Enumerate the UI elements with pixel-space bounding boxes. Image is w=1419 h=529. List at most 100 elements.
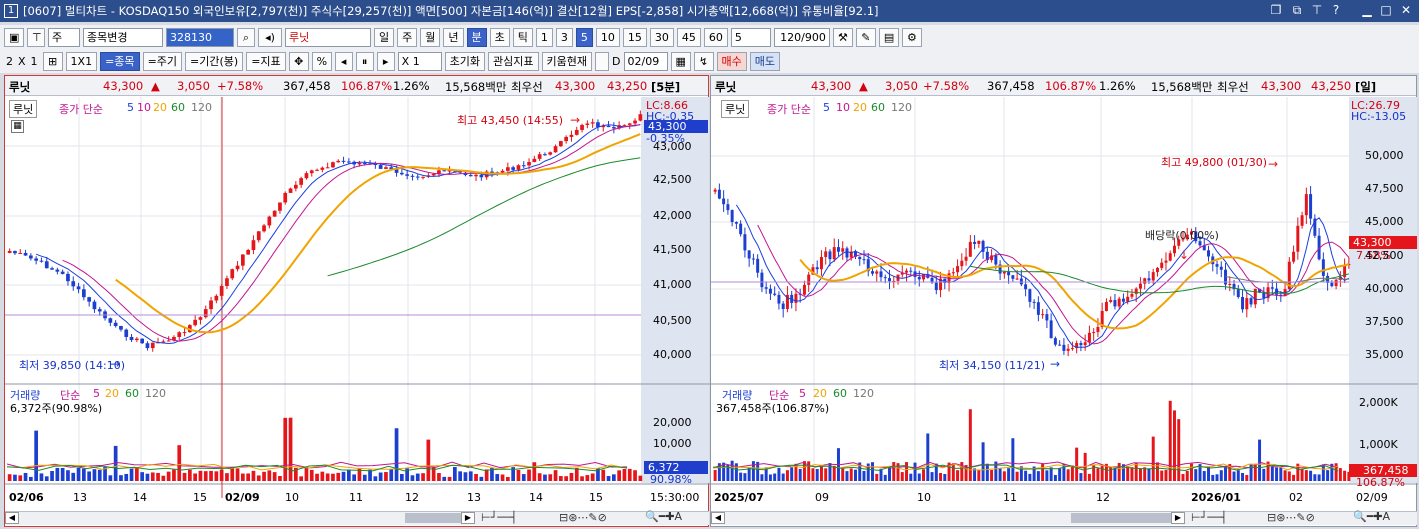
date-checkbox[interactable]	[595, 51, 610, 71]
layout-icon[interactable]: ▣	[4, 27, 24, 47]
buy-button[interactable]: 매수	[716, 51, 747, 71]
interval-3[interactable]: 3	[555, 27, 573, 47]
grid-layout-icon[interactable]: ⊞	[42, 51, 63, 71]
link-stock-button[interactable]: =종목	[100, 51, 140, 71]
interval-30[interactable]: 30	[649, 27, 674, 47]
candle	[1330, 282, 1334, 287]
one-by-one-button[interactable]: 1X1	[65, 51, 98, 71]
view-tools-icon[interactable]: ⊟⊛⋯✎⊘	[559, 511, 607, 524]
pin-icon[interactable]: ⊤	[1309, 3, 1325, 18]
scroll-right-icon[interactable]: ▶	[1171, 512, 1185, 524]
vol-ma5: 5	[93, 387, 100, 400]
candle	[474, 174, 478, 177]
watch-indicator-button[interactable]: 관심지표	[488, 51, 539, 71]
view-tools-icon[interactable]: ⊟⊛⋯✎⊘	[1267, 511, 1315, 524]
scroll-thumb[interactable]	[1071, 513, 1171, 523]
volume-bar	[214, 471, 219, 481]
tile-icon[interactable]: ⧉	[1289, 3, 1305, 18]
volume-bar	[479, 476, 484, 481]
close-icon[interactable]: ✕	[1398, 3, 1414, 18]
trade-tool-icon[interactable]: ↯	[693, 51, 714, 71]
volume-bar	[1143, 467, 1147, 481]
volume-bar	[892, 462, 896, 481]
zoom-in-out-icon[interactable]: 🔍━✚A	[1353, 510, 1390, 523]
volume-bar	[437, 473, 441, 481]
minimize-icon[interactable]: ▁	[1359, 3, 1375, 18]
kiwoom-current-button[interactable]: 키움현재	[541, 51, 593, 71]
save-icon[interactable]: ▤	[878, 27, 899, 47]
candle	[1058, 344, 1062, 346]
period-month[interactable]: 월	[420, 27, 441, 47]
volume-bar	[1053, 474, 1057, 481]
interval-45[interactable]: 45	[676, 27, 701, 47]
zoom-slider-icon[interactable]: ⊢┘──┤	[481, 511, 517, 524]
stock-name-field[interactable]: 루닛	[285, 27, 371, 47]
interval-15[interactable]: 15	[622, 27, 647, 47]
stock-change-select[interactable]: 종목변경	[83, 27, 163, 47]
scroll-right-icon[interactable]: ▶	[461, 512, 475, 524]
chart-tools-icon[interactable]: ⚒	[832, 27, 853, 47]
volume-bar	[537, 473, 542, 481]
candle	[235, 265, 240, 270]
next-icon[interactable]: ▸	[376, 51, 395, 71]
zoom-in-out-icon[interactable]: 🔍━✚A	[645, 510, 682, 523]
candle	[888, 278, 892, 282]
count-select[interactable]: 5	[730, 27, 771, 47]
candle	[1241, 296, 1245, 310]
link-range-button[interactable]: =기간(봉)	[185, 51, 244, 71]
calendar-icon[interactable]: ▦	[670, 51, 691, 71]
percent-button[interactable]: %	[311, 51, 332, 71]
scroll-left-icon[interactable]: ◀	[711, 512, 725, 524]
link-indicator-button[interactable]: =지표	[246, 51, 286, 71]
volume-bar	[1036, 471, 1040, 481]
y-axis-right-tick: 42,500	[1365, 249, 1404, 262]
reset-button[interactable]: 초기화	[444, 51, 486, 71]
volume-bar	[781, 473, 785, 481]
move-icon[interactable]: ✥	[288, 51, 309, 71]
candle	[722, 198, 726, 205]
period-second[interactable]: 초	[489, 27, 510, 47]
period-week[interactable]: 주	[397, 27, 418, 47]
scroll-left-icon[interactable]: ◀	[5, 512, 19, 524]
interval-60[interactable]: 60	[703, 27, 728, 47]
candle	[203, 309, 208, 318]
range-input[interactable]: 120/900	[773, 27, 830, 47]
volume-bar	[272, 472, 277, 481]
candle	[346, 161, 351, 163]
table-icon[interactable]: ▦	[11, 120, 24, 133]
zoom-slider-icon[interactable]: ⊢┘──┤	[1191, 511, 1227, 524]
scroll-thumb[interactable]	[405, 513, 461, 523]
period-tick[interactable]: 틱	[512, 27, 533, 47]
interval-5[interactable]: 5	[575, 27, 593, 47]
sell-button[interactable]: 매도	[749, 51, 780, 71]
candle	[1321, 259, 1325, 276]
maximize-icon[interactable]: □	[1378, 3, 1394, 18]
draw-icon[interactable]: ✎	[855, 27, 876, 47]
stock-code-input[interactable]: 328130	[166, 27, 234, 47]
date-input[interactable]: 02/09	[623, 51, 668, 71]
volume-bar	[1181, 474, 1185, 481]
candle	[1113, 300, 1117, 307]
legend-stock[interactable]: 루닛	[721, 100, 750, 118]
candle	[140, 338, 145, 344]
volume-bar	[34, 430, 39, 481]
market-select[interactable]: 주	[48, 27, 80, 47]
prev-icon[interactable]: ◂	[334, 51, 353, 71]
search-icon[interactable]: ⌕	[237, 27, 255, 47]
period-minute[interactable]: 분	[466, 27, 487, 47]
period-day[interactable]: 일	[374, 27, 395, 47]
interval-1[interactable]: 1	[535, 27, 553, 47]
interval-10[interactable]: 10	[595, 27, 620, 47]
volume-bar	[150, 472, 155, 481]
period-year[interactable]: 년	[443, 27, 464, 47]
restore-icon[interactable]: ❐	[1268, 3, 1284, 18]
help-icon[interactable]: ?	[1328, 3, 1344, 18]
sound-icon[interactable]: ◂)	[258, 27, 282, 47]
pause-icon[interactable]: ⏸	[355, 51, 374, 71]
legend-stock[interactable]: 루닛	[9, 100, 38, 118]
gear-icon[interactable]: ⚙	[901, 27, 922, 47]
pin-toolbar-icon[interactable]: ⊤	[27, 27, 45, 47]
candle	[713, 189, 717, 192]
link-period-button[interactable]: =주기	[142, 51, 183, 71]
zoom-select[interactable]: X 1	[397, 51, 442, 71]
